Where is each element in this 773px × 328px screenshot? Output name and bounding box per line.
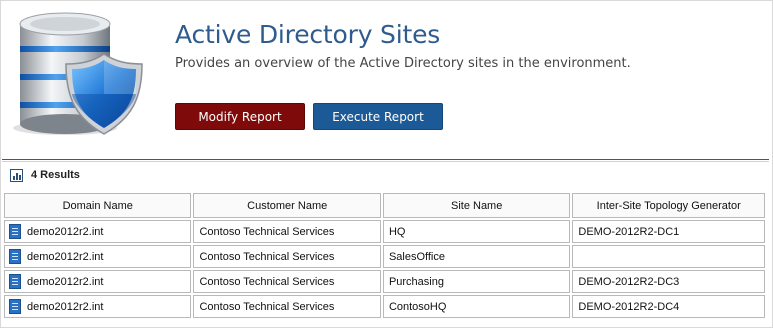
cell-domain: demo2012r2.int xyxy=(4,270,192,293)
cell-site: HQ xyxy=(382,220,571,243)
results-count: 4 Results xyxy=(31,169,80,181)
cell-customer: Contoso Technical Services xyxy=(193,220,381,243)
results-bar: 4 Results xyxy=(2,163,769,187)
column-header-site-name[interactable]: Site Name xyxy=(382,193,571,218)
table-row[interactable]: demo2012r2.int Contoso Technical Service… xyxy=(4,270,765,293)
table-header-row: Domain Name Customer Name Site Name Inte… xyxy=(4,193,765,218)
cell-site: ContosoHQ xyxy=(382,295,571,318)
column-header-istg[interactable]: Inter-Site Topology Generator xyxy=(572,193,765,218)
cell-domain: demo2012r2.int xyxy=(4,245,192,268)
header-divider xyxy=(2,159,769,160)
execute-report-button[interactable]: Execute Report xyxy=(313,103,443,130)
cell-site: Purchasing xyxy=(382,270,571,293)
modify-report-button[interactable]: Modify Report xyxy=(175,103,305,130)
table-row[interactable]: demo2012r2.int Contoso Technical Service… xyxy=(4,295,765,318)
column-header-customer-name[interactable]: Customer Name xyxy=(193,193,381,218)
server-icon xyxy=(9,249,21,264)
page-subtitle: Provides an overview of the Active Direc… xyxy=(175,56,631,71)
domain-name-text: demo2012r2.int xyxy=(27,275,104,288)
domain-name-text: demo2012r2.int xyxy=(27,225,104,238)
column-header-domain-name[interactable]: Domain Name xyxy=(4,193,192,218)
table-row[interactable]: demo2012r2.int Contoso Technical Service… xyxy=(4,245,765,268)
domain-name-text: demo2012r2.int xyxy=(27,250,104,263)
page-title: Active Directory Sites xyxy=(175,20,441,49)
cell-domain: demo2012r2.int xyxy=(4,295,192,318)
results-table: Domain Name Customer Name Site Name Inte… xyxy=(2,191,767,320)
cell-istg: DEMO-2012R2-DC3 xyxy=(572,270,765,293)
database-shield-icon xyxy=(13,12,143,135)
bar-chart-icon xyxy=(10,168,23,182)
server-icon xyxy=(9,274,21,289)
cell-customer: Contoso Technical Services xyxy=(193,245,381,268)
cell-customer: Contoso Technical Services xyxy=(193,295,381,318)
domain-name-text: demo2012r2.int xyxy=(27,300,104,313)
cell-customer: Contoso Technical Services xyxy=(193,270,381,293)
header-divider-light xyxy=(2,161,769,162)
server-icon xyxy=(9,224,21,239)
cell-istg xyxy=(572,245,765,268)
cell-istg: DEMO-2012R2-DC1 xyxy=(572,220,765,243)
cell-istg: DEMO-2012R2-DC4 xyxy=(572,295,765,318)
server-icon xyxy=(9,299,21,314)
cell-site: SalesOffice xyxy=(382,245,571,268)
cell-domain: demo2012r2.int xyxy=(4,220,192,243)
table-row[interactable]: demo2012r2.int Contoso Technical Service… xyxy=(4,220,765,243)
